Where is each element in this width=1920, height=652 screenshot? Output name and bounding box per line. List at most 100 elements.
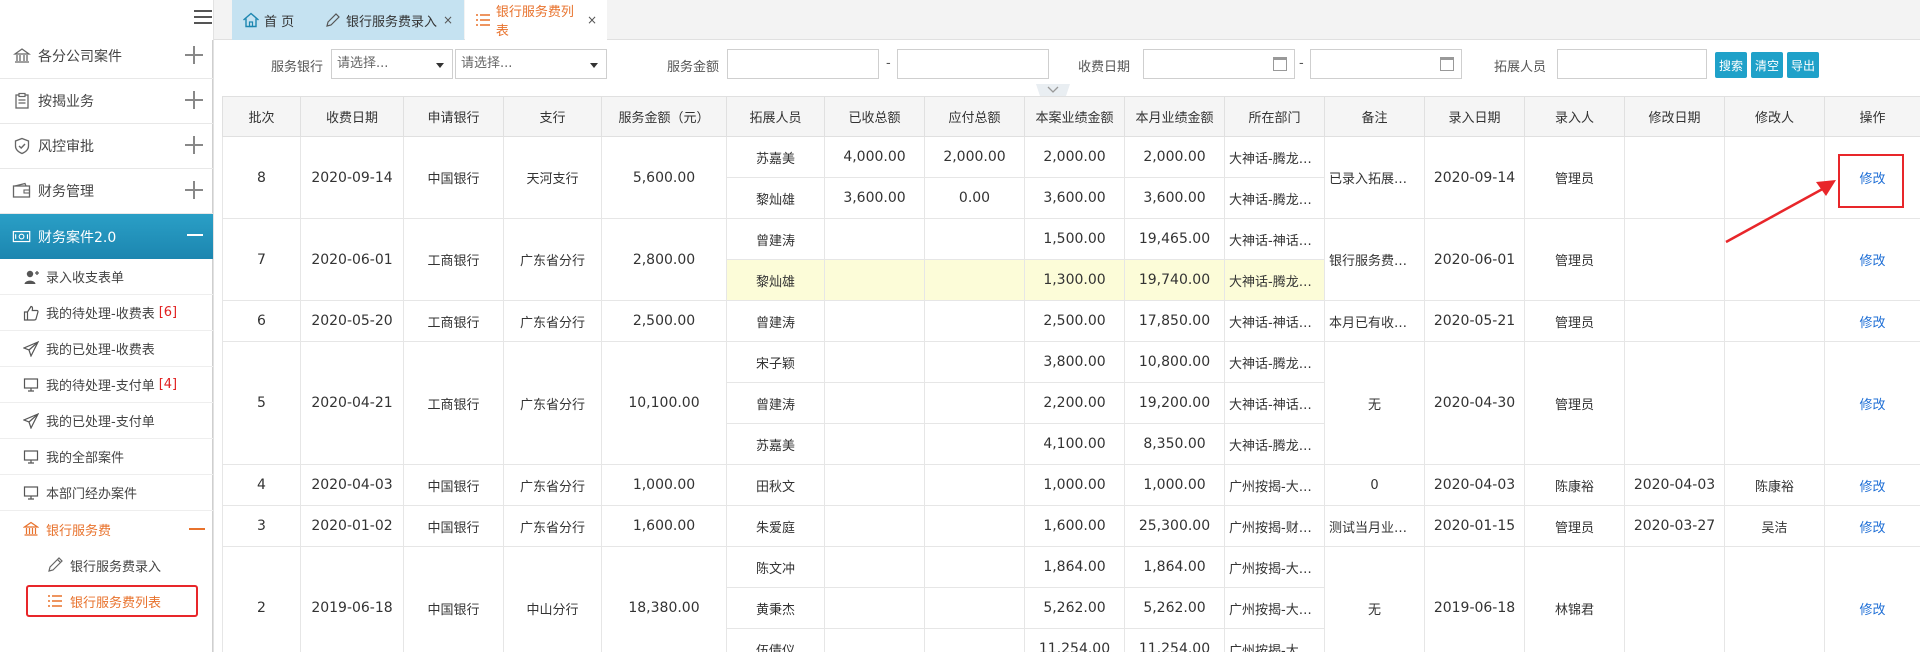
modified-date-cell: [1624, 341, 1725, 465]
month-performance-cell: 25,300.00: [1124, 505, 1225, 547]
bank-select-2[interactable]: 请选择...: [455, 49, 607, 79]
date-start-input[interactable]: [1143, 49, 1295, 79]
sidebar-group-mortgage[interactable]: 按揭业务: [0, 79, 213, 124]
column-header: 批次: [222, 96, 301, 137]
clear-button[interactable]: 清空: [1751, 52, 1783, 78]
amount-filter-label: 服务金额: [667, 60, 720, 75]
branch-cell: 天河支行: [503, 136, 602, 219]
collapse-minus-icon[interactable]: [189, 528, 205, 530]
home-icon: [242, 11, 260, 29]
menu-toggle-icon[interactable]: [194, 9, 212, 25]
note-cell: 无: [1324, 341, 1425, 465]
sidebar-item-pending-fees[interactable]: 我的待处理-收费表 [6]: [0, 295, 213, 331]
edit-link[interactable]: 修改: [1859, 480, 1885, 495]
bank-cell: 中国银行: [403, 464, 504, 506]
filter-collapse-icon[interactable]: [1036, 84, 1070, 96]
month-performance-cell: 2,000.00: [1124, 136, 1225, 178]
edit-link[interactable]: 修改: [1859, 398, 1885, 413]
note-cell: 银行服务费…: [1324, 218, 1425, 301]
collapse-minus-icon[interactable]: [187, 234, 203, 236]
bank-cell: 工商银行: [403, 218, 504, 301]
column-header: 已收总额: [824, 96, 925, 137]
sidebar-item-label: 我的已处理-收费表: [46, 343, 155, 358]
column-header: 修改人: [1724, 96, 1825, 137]
sidebar-group-finance[interactable]: 财务管理: [0, 169, 213, 214]
expand-plus-icon[interactable]: [185, 136, 203, 154]
search-button[interactable]: 搜索: [1715, 52, 1747, 78]
entry-by-cell: 管理员: [1524, 341, 1625, 465]
sidebar-group-finance-cases-2[interactable]: 财务案件2.0: [0, 214, 213, 259]
sidebar-group-branch-cases[interactable]: 各分公司案件: [0, 34, 213, 79]
amount-min-input[interactable]: [727, 49, 879, 79]
actions-cell: 修改: [1824, 546, 1920, 652]
table-row: 2 2019-06-18 中国银行 中山分行 18,380.00 陈文冲 1,864.00 1…: [222, 546, 1920, 652]
case-performance-cell: 2,000.00: [1024, 136, 1125, 178]
sidebar-item-processed-payments[interactable]: 我的已处理-支付单: [0, 403, 213, 439]
tab-bar: 首 页 银行服务费录入 × 银行服务费列表 ×: [214, 0, 1920, 40]
sidebar-group-risk-approval[interactable]: 风控审批: [0, 124, 213, 169]
person-cell: 田秋文: [726, 464, 825, 506]
sidebar-item-bank-service-fee[interactable]: 银行服务费: [0, 511, 213, 547]
date-end-input[interactable]: [1310, 49, 1462, 79]
sidebar-leaf-bank-fee-entry[interactable]: 银行服务费录入: [0, 547, 213, 583]
payable-cell: [924, 464, 1025, 506]
modified-date-cell: [1624, 218, 1725, 301]
tab-home[interactable]: 首 页: [232, 0, 324, 40]
amount-cell: 5,600.00: [601, 136, 727, 219]
sidebar-item-entry-form[interactable]: 录入收支表单: [0, 259, 213, 295]
sidebar-topbar: [0, 0, 213, 34]
person-cell: 黎灿雄: [726, 177, 825, 219]
edit-link[interactable]: 修改: [1859, 603, 1885, 618]
modified-by-cell: 陈康裕: [1724, 464, 1825, 506]
tab-bank-fee-entry[interactable]: 银行服务费录入 ×: [314, 0, 464, 40]
fee-date-cell: 2020-05-20: [300, 300, 404, 342]
received-cell: 3,600.00: [824, 177, 925, 219]
fee-date-cell: 2020-04-03: [300, 464, 404, 506]
monitor-icon: [22, 448, 40, 466]
bank-fee-table: 批次 收费日期 申请银行 支行 服务金额（元） 拓展人员 已收总额 应付总额 本案业绩金额 本月业…: [222, 96, 1920, 652]
column-header: 本月业绩金额: [1124, 96, 1225, 137]
expand-plus-icon[interactable]: [185, 91, 203, 109]
edit-link[interactable]: 修改: [1859, 254, 1885, 269]
close-icon[interactable]: ×: [443, 13, 453, 27]
amount-max-input[interactable]: [897, 49, 1049, 79]
person-input[interactable]: [1557, 49, 1707, 79]
received-cell: [824, 464, 925, 506]
fee-date-cell: 2020-06-01: [300, 218, 404, 301]
sidebar-item-label: 录入收支表单: [46, 271, 125, 286]
department-cell: 广州按揭-大…: [1224, 628, 1325, 652]
batch-cell: 5: [222, 341, 301, 465]
sidebar-item-pending-payments[interactable]: 我的待处理-支付单 [4]: [0, 367, 213, 403]
export-button[interactable]: 导出: [1787, 52, 1819, 78]
table-row: 4 2020-04-03 中国银行 广东省分行 1,000.00 田秋文 1,000.00 1…: [222, 464, 1920, 506]
sidebar-item-label: 我的已处理-支付单: [46, 415, 155, 430]
edit-link[interactable]: 修改: [1859, 521, 1885, 536]
tab-bank-fee-list[interactable]: 银行服务费列表 ×: [465, 0, 607, 40]
bank-select-1[interactable]: 请选择...: [331, 49, 453, 79]
actions-cell: 修改: [1824, 300, 1920, 342]
column-header: 服务金额（元）: [601, 96, 727, 137]
close-icon[interactable]: ×: [587, 13, 597, 27]
expand-plus-icon[interactable]: [185, 181, 203, 199]
calendar-icon[interactable]: [1273, 57, 1287, 71]
note-cell: 0: [1324, 464, 1425, 506]
sidebar-item-all-cases[interactable]: 我的全部案件: [0, 439, 213, 475]
calendar-icon[interactable]: [1440, 57, 1454, 71]
sidebar-item-label: 我的全部案件: [46, 451, 125, 466]
sidebar-item-processed-fees[interactable]: 我的已处理-收费表: [0, 331, 213, 367]
case-performance-cell: 1,500.00: [1024, 218, 1125, 260]
received-cell: [824, 300, 925, 342]
modified-date-cell: [1624, 300, 1725, 342]
sidebar-item-label: 我的待处理-支付单: [46, 379, 155, 394]
received-cell: [824, 587, 925, 629]
entry-date-cell: 2020-09-14: [1424, 136, 1525, 219]
sidebar-leaf-bank-fee-list[interactable]: 银行服务费列表: [0, 583, 213, 619]
entry-by-cell: 管理员: [1524, 218, 1625, 301]
range-separator: -: [1299, 56, 1304, 71]
expand-plus-icon[interactable]: [185, 46, 203, 64]
edit-link[interactable]: 修改: [1859, 316, 1885, 331]
sidebar-item-dept-cases[interactable]: 本部门经办案件: [0, 475, 213, 511]
month-performance-cell: 3,600.00: [1124, 177, 1225, 219]
month-performance-cell: 5,262.00: [1124, 587, 1225, 629]
actions-cell: 修改: [1824, 505, 1920, 547]
